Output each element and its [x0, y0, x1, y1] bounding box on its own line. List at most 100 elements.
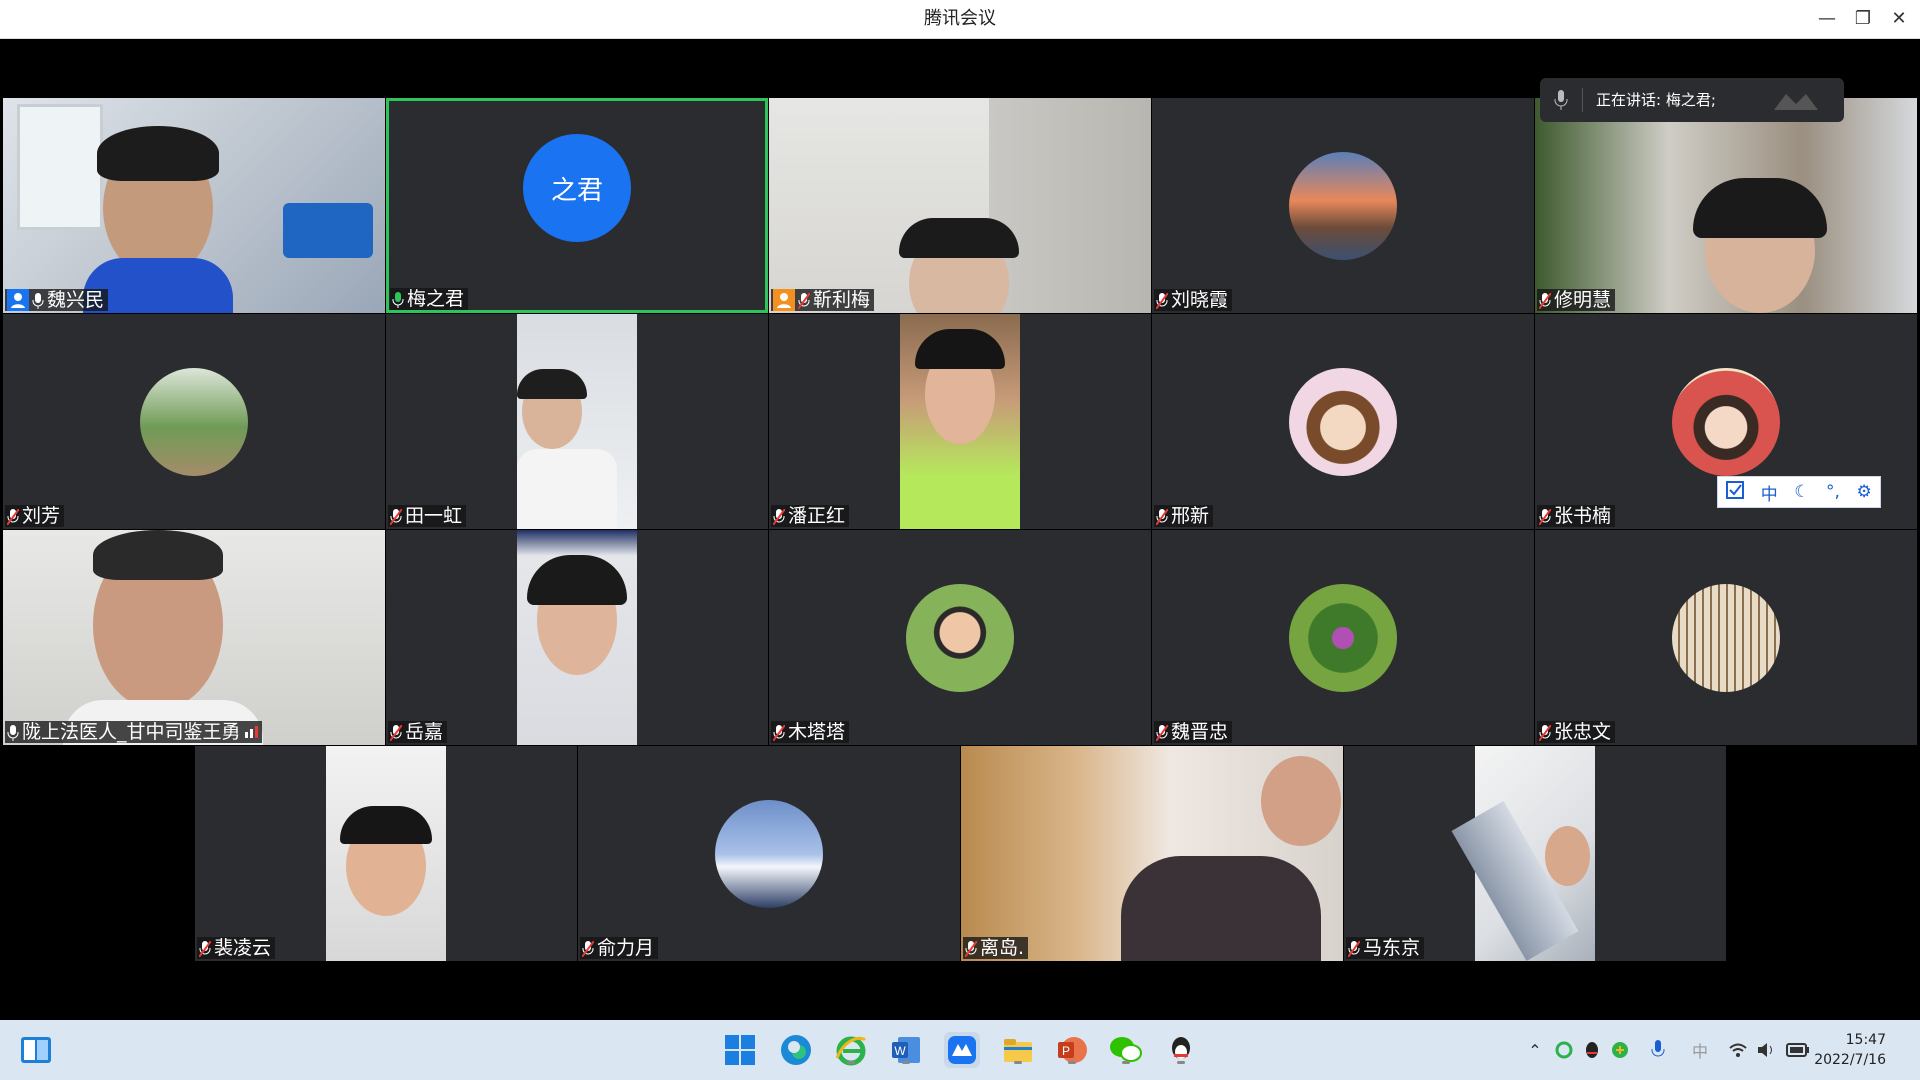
video-feed	[769, 98, 1151, 313]
mic-muted-icon	[389, 508, 403, 526]
mic-muted-icon	[1347, 940, 1361, 958]
participant-name-label: 俞力月	[580, 937, 659, 959]
mic-on-green-icon	[392, 291, 404, 308]
svg-text:W: W	[894, 1044, 906, 1058]
video-feed	[1535, 98, 1917, 313]
clock-time: 15:47	[1845, 1032, 1886, 1048]
security-tray-icon[interactable]	[1608, 1038, 1632, 1062]
start-icon[interactable]	[722, 1032, 758, 1068]
ie-icon[interactable]	[833, 1032, 869, 1068]
input-language-indicator[interactable]: 中	[1688, 1038, 1712, 1062]
ime-checkbox-icon[interactable]	[1726, 480, 1745, 504]
running-indicator	[1014, 1061, 1022, 1064]
participant-tile[interactable]: 陇上法医人_甘中司鉴王勇	[3, 530, 385, 745]
mic-muted-icon	[1155, 508, 1169, 526]
microphone-tray-icon[interactable]	[1646, 1038, 1670, 1062]
ie-tray-icon[interactable]	[1552, 1038, 1576, 1062]
participant-tile[interactable]: 田一虹	[386, 314, 768, 529]
video-feed	[1451, 746, 1595, 961]
qq-tray-icon[interactable]	[1580, 1038, 1604, 1062]
ime-punctuation-toggle[interactable]: °,	[1826, 482, 1840, 502]
running-indicator	[1122, 1061, 1130, 1064]
participant-name: 修明慧	[1554, 289, 1612, 311]
mic-muted-icon	[389, 724, 403, 742]
speaking-indicator: 正在讲话: 梅之君;	[1540, 78, 1844, 122]
participant-tile[interactable]: 刘晓霞	[1152, 98, 1534, 313]
participant-tile-active-speaker[interactable]: 之君 梅之君	[386, 98, 768, 313]
gear-icon[interactable]: ⚙	[1856, 482, 1871, 502]
participant-name-label: 离岛.	[963, 937, 1029, 959]
powerpoint-icon[interactable]: P	[1054, 1032, 1090, 1068]
video-feed	[961, 746, 1343, 961]
host-icon	[7, 289, 29, 311]
participant-tile[interactable]: 马东京	[1344, 746, 1726, 961]
participant-name: 陇上法医人_甘中司鉴王勇	[22, 721, 241, 743]
participant-tile[interactable]: 魏晋忠	[1152, 530, 1534, 745]
participant-name: 刘芳	[22, 505, 61, 527]
cohost-icon	[773, 289, 795, 311]
participant-tile[interactable]: 离岛.	[961, 746, 1343, 961]
wifi-icon[interactable]	[1726, 1038, 1750, 1062]
tencent-meeting-logo-icon	[1774, 90, 1830, 114]
avatar: 之君	[523, 134, 631, 242]
participant-tile[interactable]: 靳利梅	[769, 98, 1151, 313]
participant-tile[interactable]: 俞力月	[578, 746, 960, 961]
participant-tile[interactable]: 潘正红	[769, 314, 1151, 529]
participant-tile[interactable]: 刘芳	[3, 314, 385, 529]
volume-icon[interactable]	[1754, 1038, 1778, 1062]
running-indicator	[847, 1061, 855, 1064]
wechat-icon[interactable]	[1108, 1032, 1144, 1068]
participant-name-label: 魏晋忠	[1154, 721, 1233, 743]
mic-muted-icon	[1538, 292, 1552, 310]
mic-muted-icon	[964, 940, 978, 958]
participant-name-label: 裴凌云	[197, 937, 276, 959]
participant-name: 刘晓霞	[1171, 289, 1229, 311]
participant-tile[interactable]: 修明慧	[1535, 98, 1917, 313]
mic-muted-icon	[772, 724, 786, 742]
system-clock[interactable]: 15:47 2022/7/16	[1814, 1030, 1886, 1070]
word-icon[interactable]: W	[888, 1032, 924, 1068]
chevron-up-icon[interactable]: ⌃	[1523, 1038, 1547, 1062]
avatar	[906, 583, 1014, 692]
participant-name: 张忠文	[1554, 721, 1612, 743]
battery-icon[interactable]	[1786, 1038, 1810, 1062]
video-gallery: 魏兴民 之君 梅之君 靳利梅 刘晓霞 修明慧 刘芳 田一虹 潘正红 邢新 张书楠…	[0, 39, 1920, 1020]
mic-muted-icon	[1538, 724, 1552, 742]
participant-tile[interactable]: 岳嘉	[386, 530, 768, 745]
participant-name-label: 岳嘉	[388, 721, 448, 743]
mic-muted-icon	[772, 508, 786, 526]
file-explorer-icon[interactable]	[1000, 1032, 1036, 1068]
participant-tile[interactable]: 邢新	[1152, 314, 1534, 529]
participant-tile[interactable]: 魏兴民	[3, 98, 385, 313]
ime-toolbar[interactable]: 中 ☾ °, ⚙	[1717, 476, 1881, 508]
close-button[interactable]: ✕	[1876, 0, 1920, 38]
participant-tile[interactable]: 张忠文	[1535, 530, 1917, 745]
windows-taskbar: W P ⌃ 中 15:47 2022/7/16	[0, 1020, 1920, 1080]
participant-tile[interactable]: 木塔塔	[769, 530, 1151, 745]
participant-name: 魏兴民	[47, 289, 105, 311]
participant-name-label: 张书楠	[1537, 505, 1616, 527]
participant-name: 田一虹	[405, 505, 463, 527]
participant-name-label: 靳利梅	[771, 289, 875, 311]
window-titlebar: 腾讯会议 — ❐ ✕	[0, 0, 1920, 39]
running-indicator	[1177, 1061, 1185, 1064]
running-indicator	[902, 1061, 910, 1064]
moon-icon[interactable]: ☾	[1794, 482, 1809, 502]
avatar	[1672, 583, 1780, 692]
ime-mode-toggle[interactable]: 中	[1761, 480, 1778, 505]
mic-muted-icon	[1538, 508, 1552, 526]
video-feed	[326, 746, 446, 961]
video-feed	[900, 314, 1020, 529]
mic-muted-icon	[1155, 292, 1169, 310]
participant-name: 潘正红	[788, 505, 846, 527]
tencent-meeting-icon[interactable]	[944, 1032, 980, 1068]
participant-tile[interactable]: 裴凌云	[195, 746, 577, 961]
mic-on-icon	[32, 292, 44, 309]
edge-icon[interactable]	[778, 1032, 814, 1068]
qq-icon[interactable]	[1163, 1032, 1199, 1068]
participant-name: 俞力月	[597, 937, 655, 959]
mic-muted-icon	[581, 940, 595, 958]
mic-muted-icon	[1155, 724, 1169, 742]
participant-name-label: 魏兴民	[5, 289, 109, 311]
widgets-icon[interactable]	[18, 1032, 54, 1068]
